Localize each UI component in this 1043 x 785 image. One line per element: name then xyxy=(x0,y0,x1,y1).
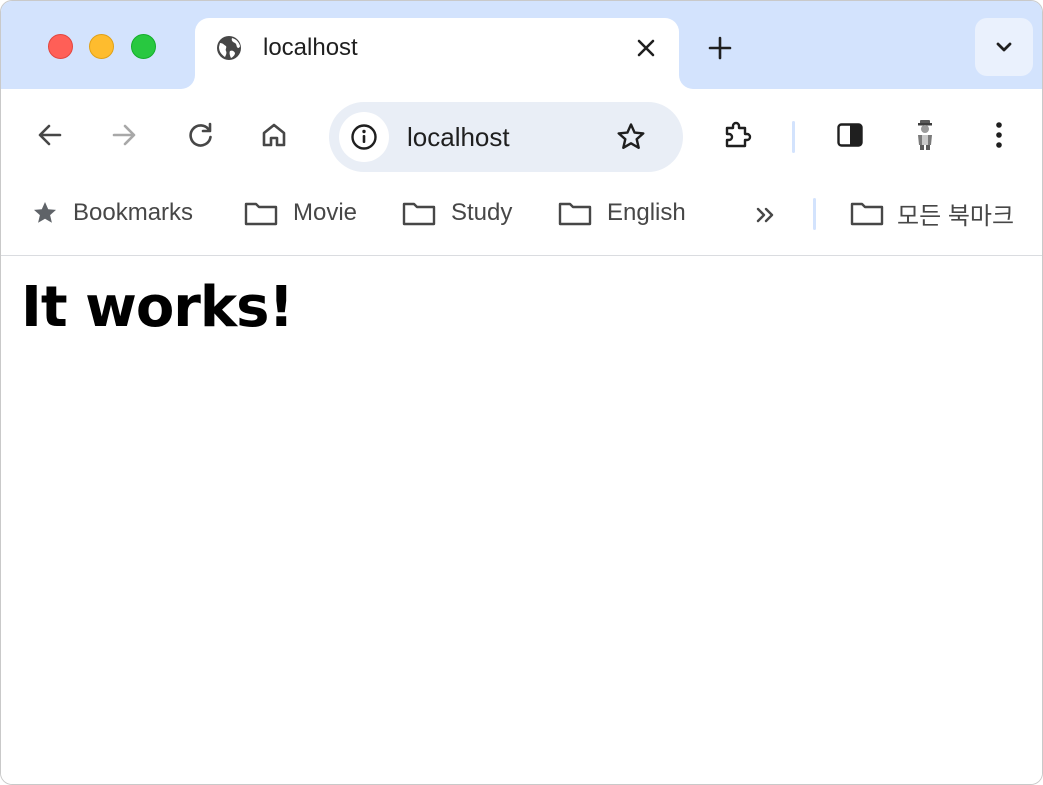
arrow-left-icon xyxy=(35,120,65,150)
tab-localhost[interactable]: localhost xyxy=(195,18,679,89)
tab-title: localhost xyxy=(263,34,358,61)
bookmark-folder-english[interactable]: English xyxy=(557,197,686,229)
side-panel-icon xyxy=(835,120,865,150)
kebab-menu-icon xyxy=(994,119,1004,151)
info-icon xyxy=(349,122,379,152)
bookmark-label: Bookmarks xyxy=(73,199,194,226)
home-icon xyxy=(259,120,289,150)
home-button[interactable] xyxy=(256,117,292,153)
toolbar: localhost xyxy=(1,89,1042,181)
toolbar-divider xyxy=(792,121,795,153)
bookmark-item-bookmarks[interactable]: Bookmarks xyxy=(31,197,193,229)
close-icon[interactable] xyxy=(631,33,661,63)
bookmark-label: Study xyxy=(451,199,513,226)
folder-icon xyxy=(557,199,593,227)
bookmarks-divider xyxy=(813,198,816,230)
folder-icon xyxy=(849,199,885,227)
minimize-window-button[interactable] xyxy=(89,34,114,59)
tab-strip: localhost xyxy=(1,1,1042,89)
bookmark-folder-study[interactable]: Study xyxy=(401,197,512,229)
page-heading: It works! xyxy=(21,275,294,340)
star-filled-icon xyxy=(31,199,59,227)
tab-search-button[interactable] xyxy=(975,18,1033,76)
close-window-button[interactable] xyxy=(48,34,73,59)
profile-button[interactable] xyxy=(907,117,943,153)
side-panel-button[interactable] xyxy=(832,117,868,153)
folder-icon xyxy=(243,199,279,227)
plus-icon xyxy=(708,36,732,60)
bookmarks-overflow-button[interactable] xyxy=(749,199,783,231)
site-info-button[interactable] xyxy=(339,112,389,162)
reload-button[interactable] xyxy=(183,117,219,153)
page-content: It works! xyxy=(1,256,1042,784)
address-bar[interactable]: localhost xyxy=(329,102,683,172)
arrow-right-icon xyxy=(109,120,139,150)
puzzle-icon xyxy=(721,119,753,151)
url-text[interactable]: localhost xyxy=(407,121,510,153)
chrome-menu-button[interactable] xyxy=(981,117,1017,153)
extensions-button[interactable] xyxy=(719,117,755,153)
bookmark-folder-movie[interactable]: Movie xyxy=(243,197,357,229)
bookmark-label: Movie xyxy=(293,199,358,226)
reload-icon xyxy=(186,120,216,150)
chevron-down-icon xyxy=(994,40,1014,54)
star-outline-icon xyxy=(615,121,647,153)
bookmark-label: 모든 북마크 xyxy=(897,202,1015,230)
globe-icon xyxy=(215,34,243,62)
folder-icon xyxy=(401,199,437,227)
bookmarks-bar: Bookmarks Movie Study English 모든 북마크 xyxy=(1,181,1042,256)
back-button[interactable] xyxy=(32,117,68,153)
bookmark-folder-all-bookmarks[interactable]: 모든 북마크 xyxy=(849,197,1015,230)
bookmark-star-button[interactable] xyxy=(613,119,649,155)
avatar xyxy=(910,118,940,152)
bookmark-label: English xyxy=(607,199,686,226)
zoom-window-button[interactable] xyxy=(131,34,156,59)
new-tab-button[interactable] xyxy=(703,31,737,65)
browser-window: localhost localhost Bookmarks Movie Stud… xyxy=(0,0,1043,785)
forward-button[interactable] xyxy=(106,117,142,153)
double-chevron-right-icon xyxy=(754,205,778,225)
